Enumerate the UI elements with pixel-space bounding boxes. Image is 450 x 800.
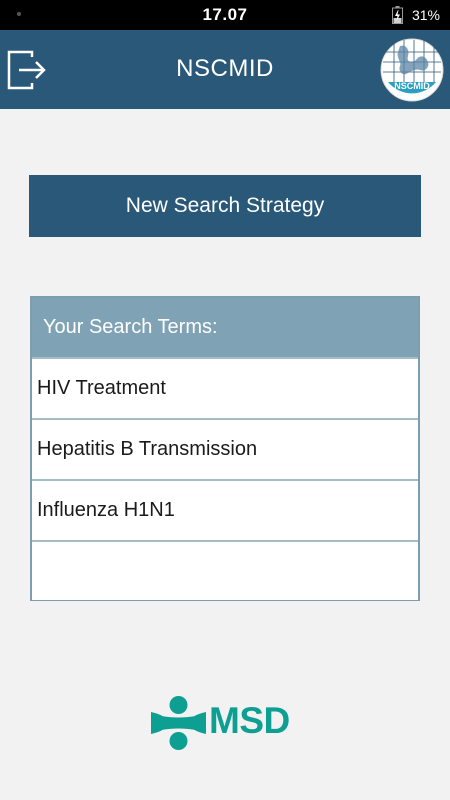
search-term-item[interactable]: Influenza H1N1 bbox=[32, 479, 418, 540]
msd-brand-text: MSD bbox=[209, 700, 290, 741]
search-terms-heading: Your Search Terms: bbox=[32, 298, 418, 357]
msd-mark-icon bbox=[151, 696, 206, 750]
app-header: NSCMID NSCMID bbox=[0, 30, 450, 109]
battery-icon bbox=[392, 6, 403, 24]
new-search-strategy-button[interactable]: New Search Strategy bbox=[29, 175, 421, 237]
search-term-item[interactable]: HIV Treatment bbox=[32, 357, 418, 418]
status-time: 17.07 bbox=[202, 5, 248, 24]
msd-logo: MSD bbox=[151, 694, 301, 752]
search-terms-panel: Your Search Terms: HIV Treatment Hepatit… bbox=[30, 296, 420, 601]
battery-percentage: 31% bbox=[411, 7, 440, 23]
globe-logo-icon bbox=[380, 38, 444, 102]
status-bar: 17.07 31% bbox=[0, 0, 450, 30]
nscmid-logo: NSCMID bbox=[380, 38, 444, 102]
logo-label: NSCMID bbox=[394, 81, 430, 91]
search-term-item-empty[interactable] bbox=[32, 540, 418, 600]
search-term-item[interactable]: Hepatitis B Transmission bbox=[32, 418, 418, 479]
